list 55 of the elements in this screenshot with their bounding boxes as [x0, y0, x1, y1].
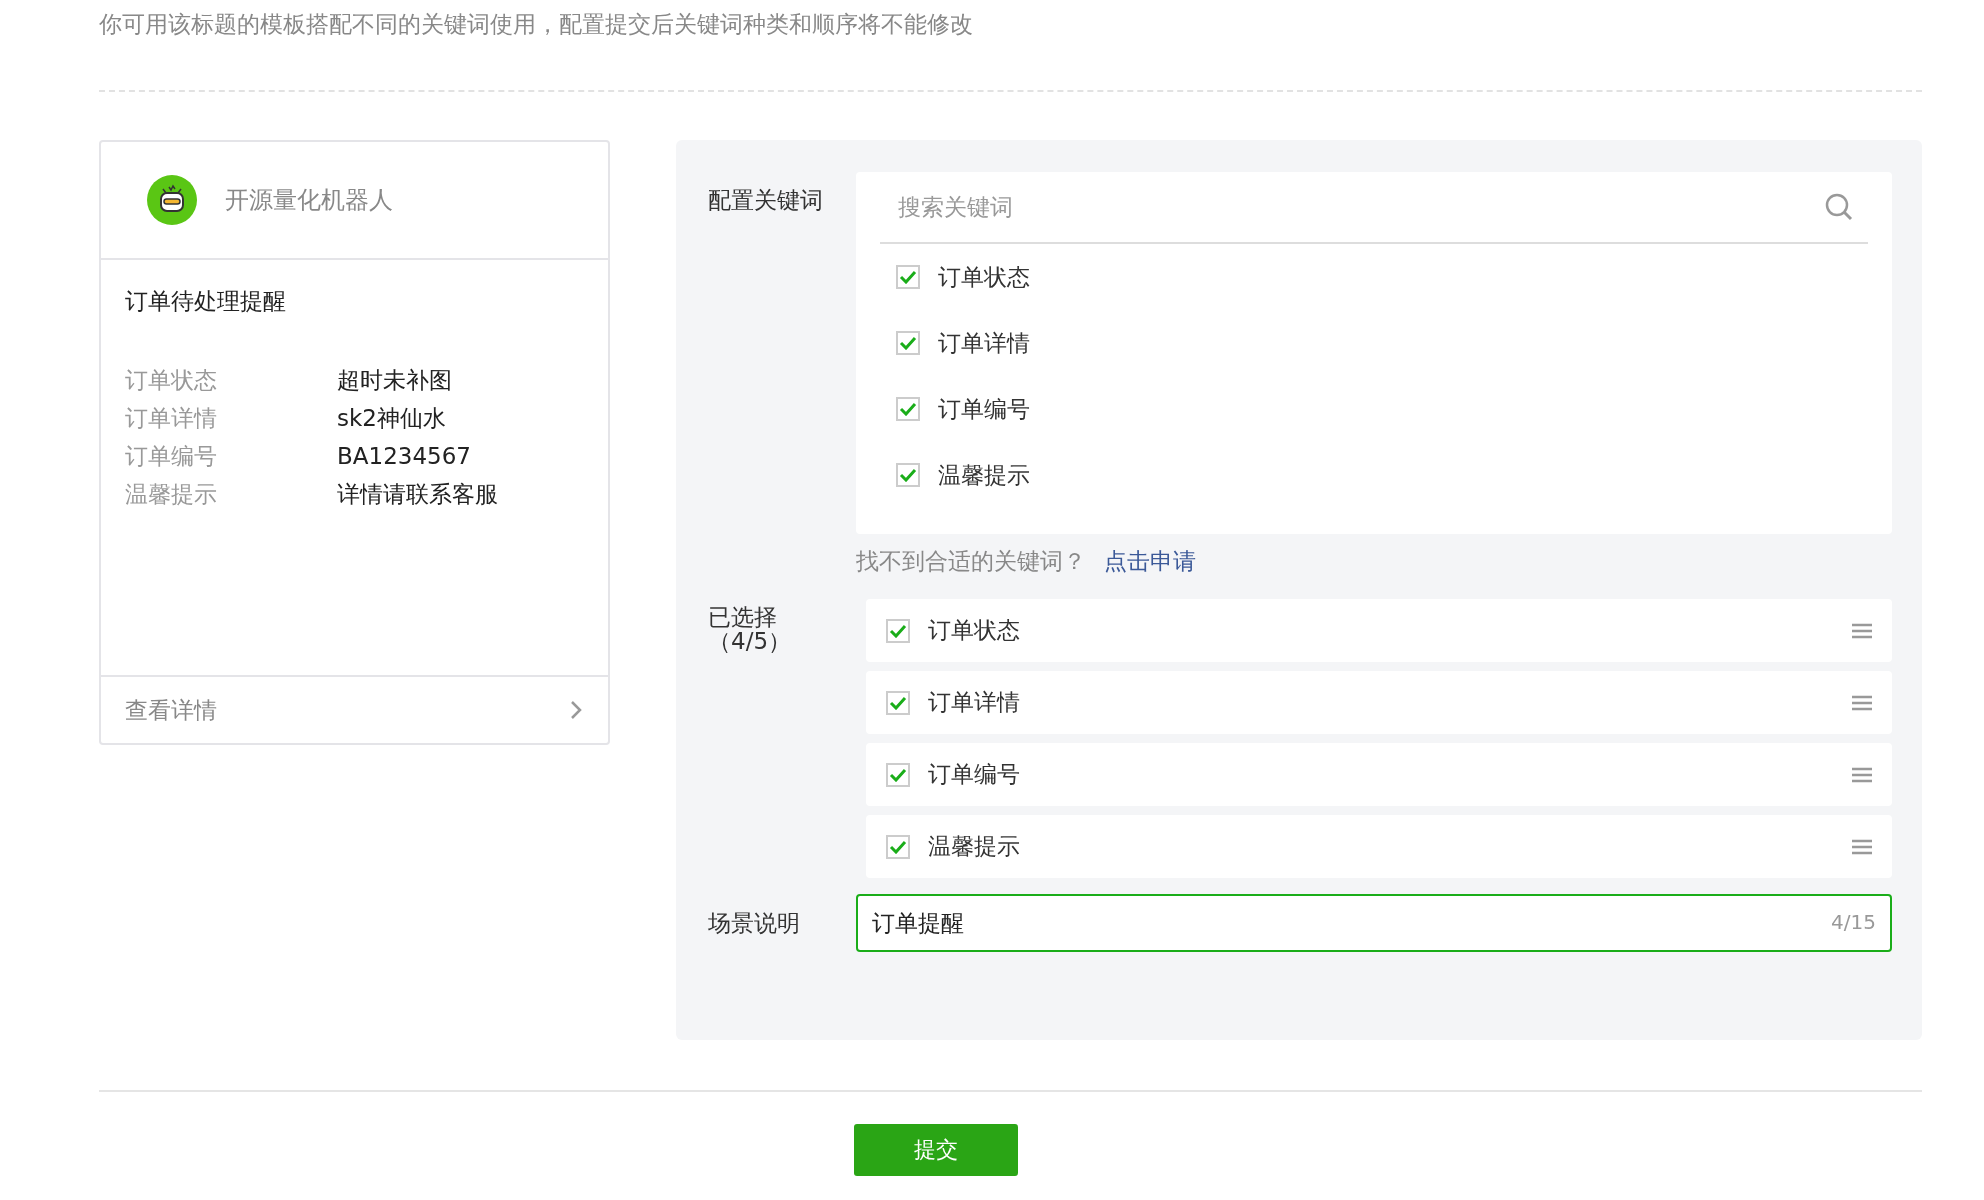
view-details-text: 查看详情 — [125, 695, 217, 725]
checkbox[interactable] — [896, 397, 920, 421]
hint-text: 找不到合适的关键词？ — [856, 547, 1086, 576]
checkbox[interactable] — [886, 690, 910, 715]
drag-handle-icon[interactable] — [1852, 838, 1872, 855]
field-label: 订单详情 — [125, 404, 218, 433]
chevron-right-icon — [570, 700, 582, 720]
selected-keyword[interactable]: 订单详情 — [866, 671, 1892, 734]
view-details-link[interactable]: 查看详情 — [101, 675, 608, 743]
checkmark-icon — [889, 839, 907, 854]
checkbox[interactable] — [886, 618, 910, 643]
scene-label: 场景说明 — [708, 909, 801, 935]
field-value: BA1234567 — [337, 442, 471, 471]
keyword-label: 订单编号 — [938, 394, 1030, 424]
checkmark-icon — [889, 767, 907, 782]
keyword-label: 订单详情 — [938, 328, 1030, 358]
drag-handle-icon[interactable] — [1852, 622, 1872, 639]
checkbox[interactable] — [886, 762, 910, 787]
selected-label: 已选择（4/5） — [708, 603, 792, 653]
selected-keyword[interactable]: 温馨提示 — [866, 815, 1892, 878]
keyword-label: 订单编号 — [928, 760, 1020, 789]
selected-keyword[interactable]: 订单编号 — [866, 743, 1892, 806]
account-name: 开源量化机器人 — [225, 185, 393, 216]
checkbox[interactable] — [886, 834, 910, 859]
checkmark-icon — [889, 695, 907, 710]
field-value: 详情请联系客服 — [337, 480, 498, 509]
search-field[interactable]: 搜索关键词 — [896, 193, 1824, 221]
checkmark-icon — [899, 468, 917, 482]
field-label: 温馨提示 — [125, 480, 218, 509]
keyword-label: 温馨提示 — [928, 832, 1020, 861]
drag-handle-icon[interactable] — [1852, 766, 1872, 783]
search-icon — [1824, 192, 1854, 222]
checkbox[interactable] — [896, 463, 920, 487]
checkmark-icon — [899, 402, 917, 416]
checkbox[interactable] — [896, 265, 920, 289]
message-title: 订单待处理提醒 — [125, 287, 287, 316]
drag-handle-icon[interactable] — [1852, 694, 1872, 711]
checkmark-icon — [899, 270, 917, 284]
checkbox[interactable] — [896, 331, 920, 355]
field-value: sk2神仙水 — [337, 404, 446, 433]
keyword-label: 订单详情 — [928, 688, 1020, 717]
keyword-label: 订单状态 — [938, 262, 1030, 292]
field-value: 超时未补图 — [337, 366, 452, 395]
checkmark-icon — [889, 623, 907, 638]
character-counter: 4/15 — [1831, 910, 1876, 934]
keyword-label: 订单状态 — [928, 616, 1020, 645]
intro-text: 你可用该标题的模板搭配不同的关键词使用，配置提交后关键词种类和顺序将不能修改 — [99, 10, 974, 39]
field-label: 订单编号 — [125, 442, 218, 471]
keywords-label: 配置关键词 — [708, 186, 824, 212]
selected-keyword[interactable]: 订单状态 — [866, 599, 1892, 662]
robot-icon — [147, 175, 197, 225]
checkmark-icon — [899, 336, 917, 350]
field-label: 订单状态 — [125, 366, 218, 395]
keyword-label: 温馨提示 — [938, 460, 1030, 490]
apply-link[interactable]: 点击申请 — [1104, 546, 1196, 577]
